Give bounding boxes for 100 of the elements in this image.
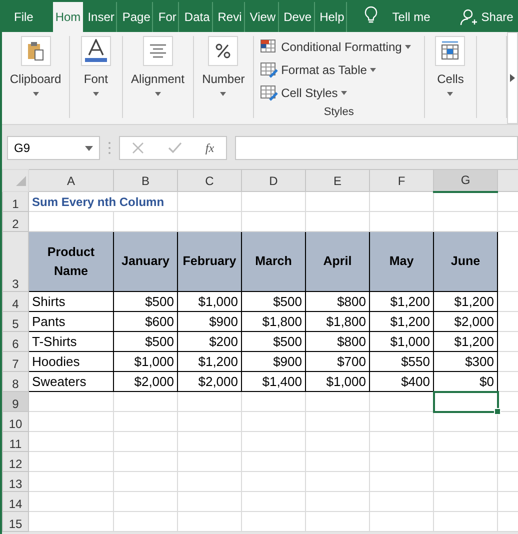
drag-handle-icon[interactable] [108,141,111,155]
caret-icon [154,92,161,96]
table-cell: $550 [370,352,434,372]
table-header-cell: April [306,232,370,292]
row-header[interactable]: 13 [2,472,28,492]
table-cell: $500 [242,332,306,352]
row-header[interactable]: 8 [2,372,28,392]
cell-brush-icon [260,84,278,101]
table-cell: $200 [178,332,242,352]
column-header[interactable]: E [306,170,370,192]
column-header[interactable]: G [434,170,498,192]
table-cell: $1,200 [370,312,434,332]
cancel-icon[interactable] [132,142,144,154]
table-cell: $1,000 [178,292,242,312]
table-cell: $400 [370,372,434,392]
clipboard-icon [26,40,46,62]
table-cell: $1,200 [434,292,498,312]
table-cell: $1,200 [434,332,498,352]
row-header[interactable]: 10 [2,412,28,432]
table-header-cell: Product Name [28,232,114,292]
ribbon-tab[interactable]: Hom [53,2,83,32]
ribbon-group-button[interactable]: Alignment [122,36,194,118]
table-cell: $1,000 [306,372,370,392]
table-cell: $2,000 [114,372,178,392]
tell-me-search[interactable]: Tell me [392,2,430,32]
checkmark-icon[interactable] [168,142,182,154]
table-header-cell: March [242,232,306,292]
triangle-icon [16,176,26,186]
table-header-cell: February [178,232,242,292]
row-header[interactable]: 11 [2,432,28,452]
table-cell: $1,200 [178,352,242,372]
table-brush-icon [260,62,278,78]
table-cell: $900 [242,352,306,372]
row-header[interactable]: 14 [2,492,28,512]
caret-icon [447,92,454,96]
ribbon-group-button[interactable]: Cells [424,36,478,118]
lightbulb-icon [364,6,378,24]
ribbon-group-button[interactable]: Number [194,36,254,118]
table-cell: $1,400 [242,372,306,392]
ribbon-command[interactable]: Cell Styles [260,81,347,104]
table-cell: $500 [114,292,178,312]
row-header[interactable]: 2 [2,212,28,232]
table-cell: $300 [434,352,498,372]
group-label: Styles [324,106,354,118]
table-cell: $2,000 [434,312,498,332]
row-header[interactable]: 9 [2,392,28,412]
caret-icon [340,90,347,95]
table-cell: $700 [306,352,370,372]
table-cell: $1,200 [370,292,434,312]
row-header[interactable]: 4 [2,292,28,312]
row-header[interactable]: 15 [2,512,28,532]
ribbon-group-button[interactable]: Font [70,36,123,118]
name-box[interactable]: G9 [7,136,100,160]
ribbon-scroll-button[interactable] [507,32,518,124]
row-header[interactable]: 5 [2,312,28,332]
person-icon [460,8,478,26]
table-cell: $600 [114,312,178,332]
column-header[interactable]: B [114,170,178,192]
table-cell: Pants [28,312,114,332]
caret-icon [220,92,226,96]
table-cell: $500 [114,332,178,352]
ribbon-group-button[interactable]: Clipboard [2,36,70,118]
caret-icon [370,68,376,72]
column-header[interactable]: D [242,170,306,192]
table-cell: $1,000 [114,352,178,372]
column-header[interactable]: C [178,170,242,192]
table-cell: Hoodies [28,352,114,372]
right-arrow-icon [510,74,516,82]
ribbon-command[interactable]: Format as Table [260,58,376,82]
caret-icon [32,92,39,96]
row-header[interactable]: 1 [2,192,28,212]
table-header-cell: January [114,232,178,292]
caret-icon [92,92,99,96]
sheet-title: Sum Every nth Column [28,192,178,212]
table-cell: Sweaters [28,372,114,392]
row-header[interactable]: 3 [2,232,28,292]
formula-input[interactable] [235,136,518,160]
percent-icon [215,43,232,59]
caret-icon [404,45,411,50]
column-header[interactable]: F [370,170,434,192]
align-center-icon [148,44,167,58]
ribbon-tab[interactable]: File [12,2,36,32]
table-header-cell: June [434,232,498,292]
share-button[interactable]: Share [460,2,514,32]
insert-function-button[interactable]: fx [205,140,214,156]
colored-grid-icon [260,39,278,56]
row-header[interactable]: 12 [2,452,28,472]
table-cell: Shirts [28,292,114,312]
table-cell: $1,800 [306,312,370,332]
row-header[interactable]: 7 [2,352,28,372]
caret-icon [85,146,93,150]
column-header[interactable]: A [28,170,114,192]
table-cell: $500 [242,292,306,312]
select-all-corner[interactable] [2,170,28,192]
table-cell: $2,000 [178,372,242,392]
ribbon-command[interactable]: Conditional Formatting [260,36,411,59]
table-cell: $1,000 [370,332,434,352]
cells-grid-icon [440,41,460,61]
table-cell: T-Shirts [28,332,114,352]
row-header[interactable]: 6 [2,332,28,352]
